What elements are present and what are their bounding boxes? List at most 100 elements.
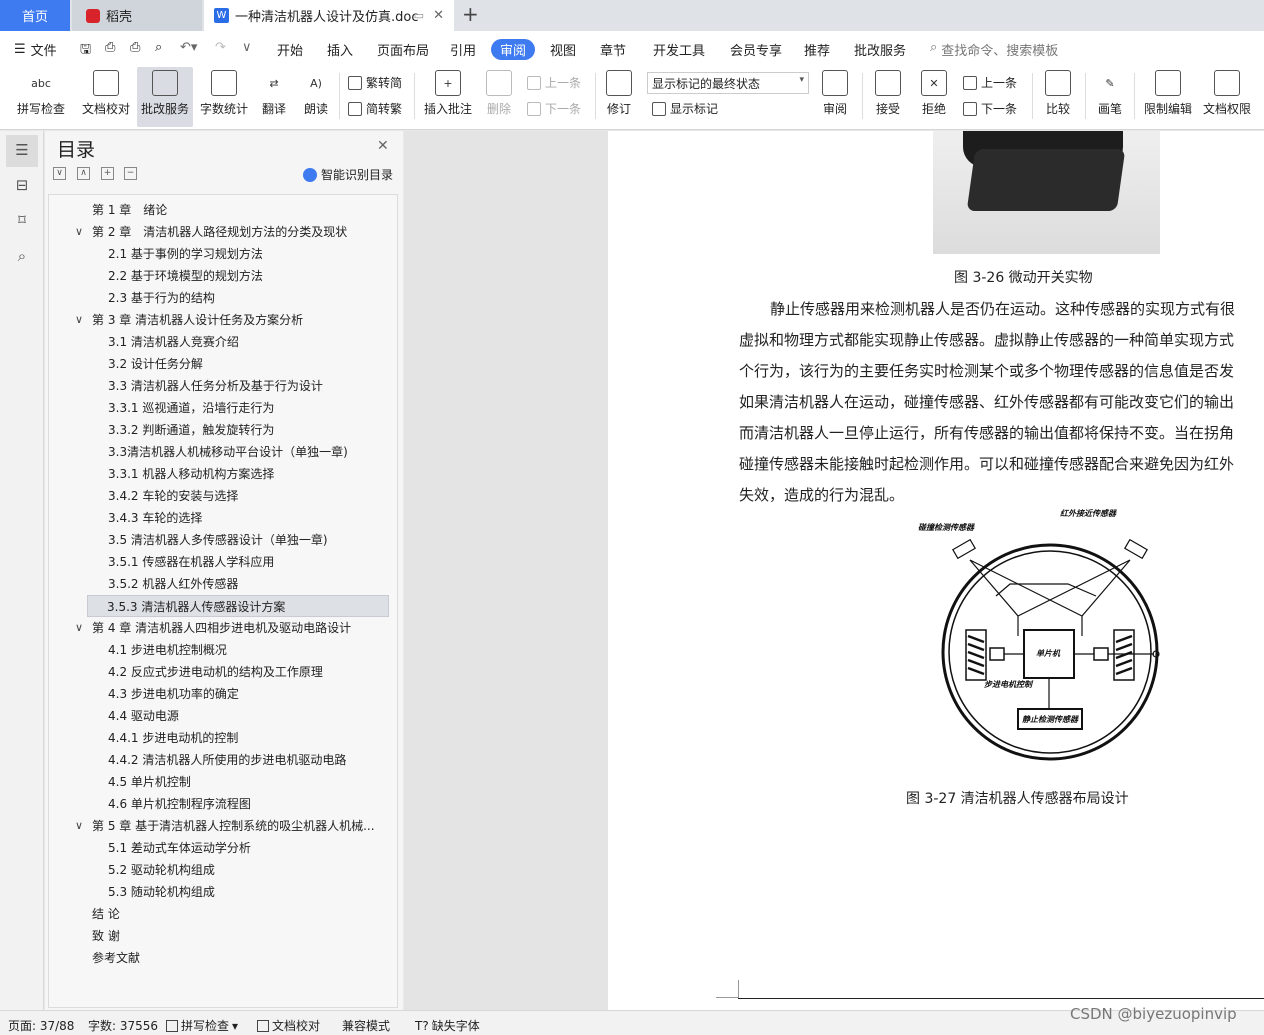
toc-item[interactable]: 5.3 随动轮机构组成 — [49, 881, 397, 903]
pen-button[interactable]: ✎ 画笔 — [1092, 67, 1128, 127]
toc-item[interactable]: 4.6 单片机控制程序流程图 — [49, 793, 397, 815]
toc-item[interactable]: 5.2 驱动轮机构组成 — [49, 859, 397, 881]
toc-item[interactable]: 3.3.2 判断通道，触发旋转行为 — [49, 419, 397, 441]
status-spell-check[interactable]: 拼写检查 ▾ — [166, 1017, 238, 1034]
status-proofread[interactable]: 文档校对 — [257, 1017, 320, 1034]
bookmark-icon[interactable]: ⌑ — [12, 211, 32, 231]
restrict-edit-button[interactable]: 限制编辑 — [1140, 67, 1196, 127]
file-menu[interactable]: ☰ 文件 — [14, 40, 57, 59]
save-icon[interactable]: 🖫 — [80, 40, 91, 62]
collapse-all-icon[interactable]: ∨ — [53, 167, 66, 180]
preview-icon[interactable]: ⌕ — [155, 40, 162, 55]
reject-button[interactable]: ✕ 拒绝 — [914, 67, 954, 127]
new-tab-icon[interactable]: + — [462, 2, 479, 26]
toc-item[interactable]: 2.2 基于环境模型的规划方法 — [49, 265, 397, 287]
toc-item[interactable]: 致 谢 — [49, 925, 397, 947]
command-search[interactable]: ⌕ 查找命令、搜索模板 — [930, 40, 1058, 59]
toc-item[interactable]: 3.3 清洁机器人任务分析及基于行为设计 — [49, 375, 397, 397]
menu-insert[interactable]: 插入 — [327, 40, 353, 59]
show-markup-button[interactable]: 显示标记 — [652, 100, 718, 117]
toc-item[interactable]: 4.3 步进电机功率的确定 — [49, 683, 397, 705]
menu-chapter[interactable]: 章节 — [600, 40, 626, 59]
review-service-button[interactable]: 批改服务 — [137, 67, 193, 127]
tab-daoke[interactable]: 稻壳 — [72, 0, 202, 31]
toc-item[interactable]: 3.1 清洁机器人竞赛介绍 — [49, 331, 397, 353]
chapter-nav-icon[interactable]: ⊟ — [12, 176, 32, 196]
compare-button[interactable]: 比较 — [1038, 67, 1078, 127]
toc-item[interactable]: 3.4.2 车轮的安装与选择 — [49, 485, 397, 507]
menu-start[interactable]: 开始 — [277, 40, 303, 59]
pin-icon[interactable]: ▭ — [414, 9, 424, 22]
toc-item[interactable]: 2.1 基于事例的学习规划方法 — [49, 243, 397, 265]
word-count-indicator[interactable]: 字数: 37556 — [88, 1017, 158, 1034]
toc-item[interactable]: 3.3.1 机器人移动机构方案选择 — [49, 463, 397, 485]
track-changes-button[interactable]: 修订 — [600, 67, 638, 127]
menu-reference[interactable]: 引用 — [450, 40, 476, 59]
spell-check-button[interactable]: abc 拼写检查 — [10, 67, 72, 127]
menu-member[interactable]: 会员专享 — [730, 40, 782, 59]
menu-recommend[interactable]: 推荐 — [804, 40, 830, 59]
toc-item[interactable]: 5.1 差动式车体运动学分析 — [49, 837, 397, 859]
undo-icon[interactable]: ↶▾ — [180, 40, 197, 55]
simp-to-trad-button[interactable]: 简转繁 — [348, 100, 402, 117]
menu-layout[interactable]: 页面布局 — [377, 40, 429, 59]
toc-item[interactable]: 参考文献 — [49, 947, 397, 969]
read-aloud-button[interactable]: A) 朗读 — [300, 67, 332, 127]
toc-item[interactable]: 4.2 反应式步进电动机的结构及工作原理 — [49, 661, 397, 683]
chevron-down-icon[interactable]: ∨ — [75, 221, 83, 243]
toc-item[interactable]: 3.5 清洁机器人多传感器设计（单独一章) — [49, 529, 397, 551]
close-tab-icon[interactable]: ✕ — [433, 8, 444, 23]
toc-item[interactable]: 结 论 — [49, 903, 397, 925]
toc-item[interactable]: 3.5.1 传感器在机器人学科应用 — [49, 551, 397, 573]
page-indicator[interactable]: 页面: 37/88 — [8, 1017, 74, 1034]
toc-item[interactable]: ∨ 第 2 章 清洁机器人路径规划方法的分类及现状 — [49, 221, 397, 243]
tab-home[interactable]: 首页 — [0, 0, 70, 31]
smart-toc-button[interactable]: 智能识别目录 — [303, 166, 393, 183]
remove-heading-icon[interactable]: − — [124, 167, 137, 180]
next-change-button[interactable]: 下一条 — [963, 100, 1017, 117]
toc-item[interactable]: 3.5.2 机器人红外传感器 — [49, 573, 397, 595]
print-icon[interactable]: ⎙ — [130, 40, 140, 55]
toc-item[interactable]: 3.3.1 巡视通道，沿墙行走行为 — [49, 397, 397, 419]
toc-item[interactable]: 3.5.3 清洁机器人传感器设计方案 — [87, 595, 389, 617]
redo-icon[interactable]: ↷ — [215, 40, 226, 55]
markup-state-select[interactable]: 显示标记的最终状态 ▾ — [647, 72, 809, 94]
toc-item[interactable]: 2.3 基于行为的结构 — [49, 287, 397, 309]
chevron-down-icon[interactable]: ∨ — [75, 617, 83, 639]
find-icon[interactable]: ⌕ — [12, 247, 32, 267]
tab-document[interactable]: W 一种清洁机器人设计及仿真.doc ▭ ✕ — [204, 0, 454, 31]
chevron-down-icon[interactable]: ∨ — [75, 309, 83, 331]
toc-item[interactable]: 4.4.1 步进电动机的控制 — [49, 727, 397, 749]
word-count-button[interactable]: 字数统计 — [198, 67, 250, 127]
toc-item[interactable]: 4.1 步进电机控制概况 — [49, 639, 397, 661]
more-icon[interactable]: ∨ — [242, 40, 252, 55]
export-icon[interactable]: ⎙ — [105, 40, 115, 55]
doc-permission-button[interactable]: 文档权限 — [1200, 67, 1254, 127]
proofread-button[interactable]: 文档校对 — [78, 67, 134, 127]
outline-icon[interactable]: ☰ — [6, 135, 38, 167]
menu-review-service[interactable]: 批改服务 — [854, 40, 906, 59]
next-comment-button[interactable]: 下一条 — [527, 100, 581, 117]
menu-view[interactable]: 视图 — [550, 40, 576, 59]
delete-comment-button[interactable]: 删除 — [480, 67, 518, 127]
trad-to-simp-button[interactable]: 繁转简 — [348, 74, 402, 91]
toc-item[interactable]: 3.4.3 车轮的选择 — [49, 507, 397, 529]
prev-change-button[interactable]: 上一条 — [963, 74, 1017, 91]
accept-button[interactable]: 接受 — [868, 67, 908, 127]
menu-review[interactable]: 审阅 — [491, 39, 536, 60]
add-heading-icon[interactable]: + — [101, 167, 114, 180]
toc-item[interactable]: 4.4.2 清洁机器人所使用的步进电机驱动电路 — [49, 749, 397, 771]
review-pane-button[interactable]: 审阅 — [815, 67, 855, 127]
menu-devtools[interactable]: 开发工具 — [653, 40, 705, 59]
translate-button[interactable]: ⇄ 翻译 — [254, 67, 294, 127]
insert-comment-button[interactable]: + 插入批注 — [422, 67, 474, 127]
toc-item[interactable]: 3.3清洁机器人机械移动平台设计（单独一章) — [49, 441, 397, 463]
toc-item[interactable]: ∨ 第 5 章 基于清洁机器人控制系统的吸尘机器人机械... — [49, 815, 397, 837]
expand-up-icon[interactable]: ∧ — [77, 167, 90, 180]
toc-item[interactable]: 4.4 驱动电源 — [49, 705, 397, 727]
toc-item[interactable]: 4.5 单片机控制 — [49, 771, 397, 793]
toc-item[interactable]: ∨ 第 3 章 清洁机器人设计任务及方案分析 — [49, 309, 397, 331]
toc-item[interactable]: ∨ 第 4 章 清洁机器人四相步进电机及驱动电路设计 — [49, 617, 397, 639]
toc-item[interactable]: 3.2 设计任务分解 — [49, 353, 397, 375]
close-icon[interactable]: ✕ — [377, 138, 389, 154]
